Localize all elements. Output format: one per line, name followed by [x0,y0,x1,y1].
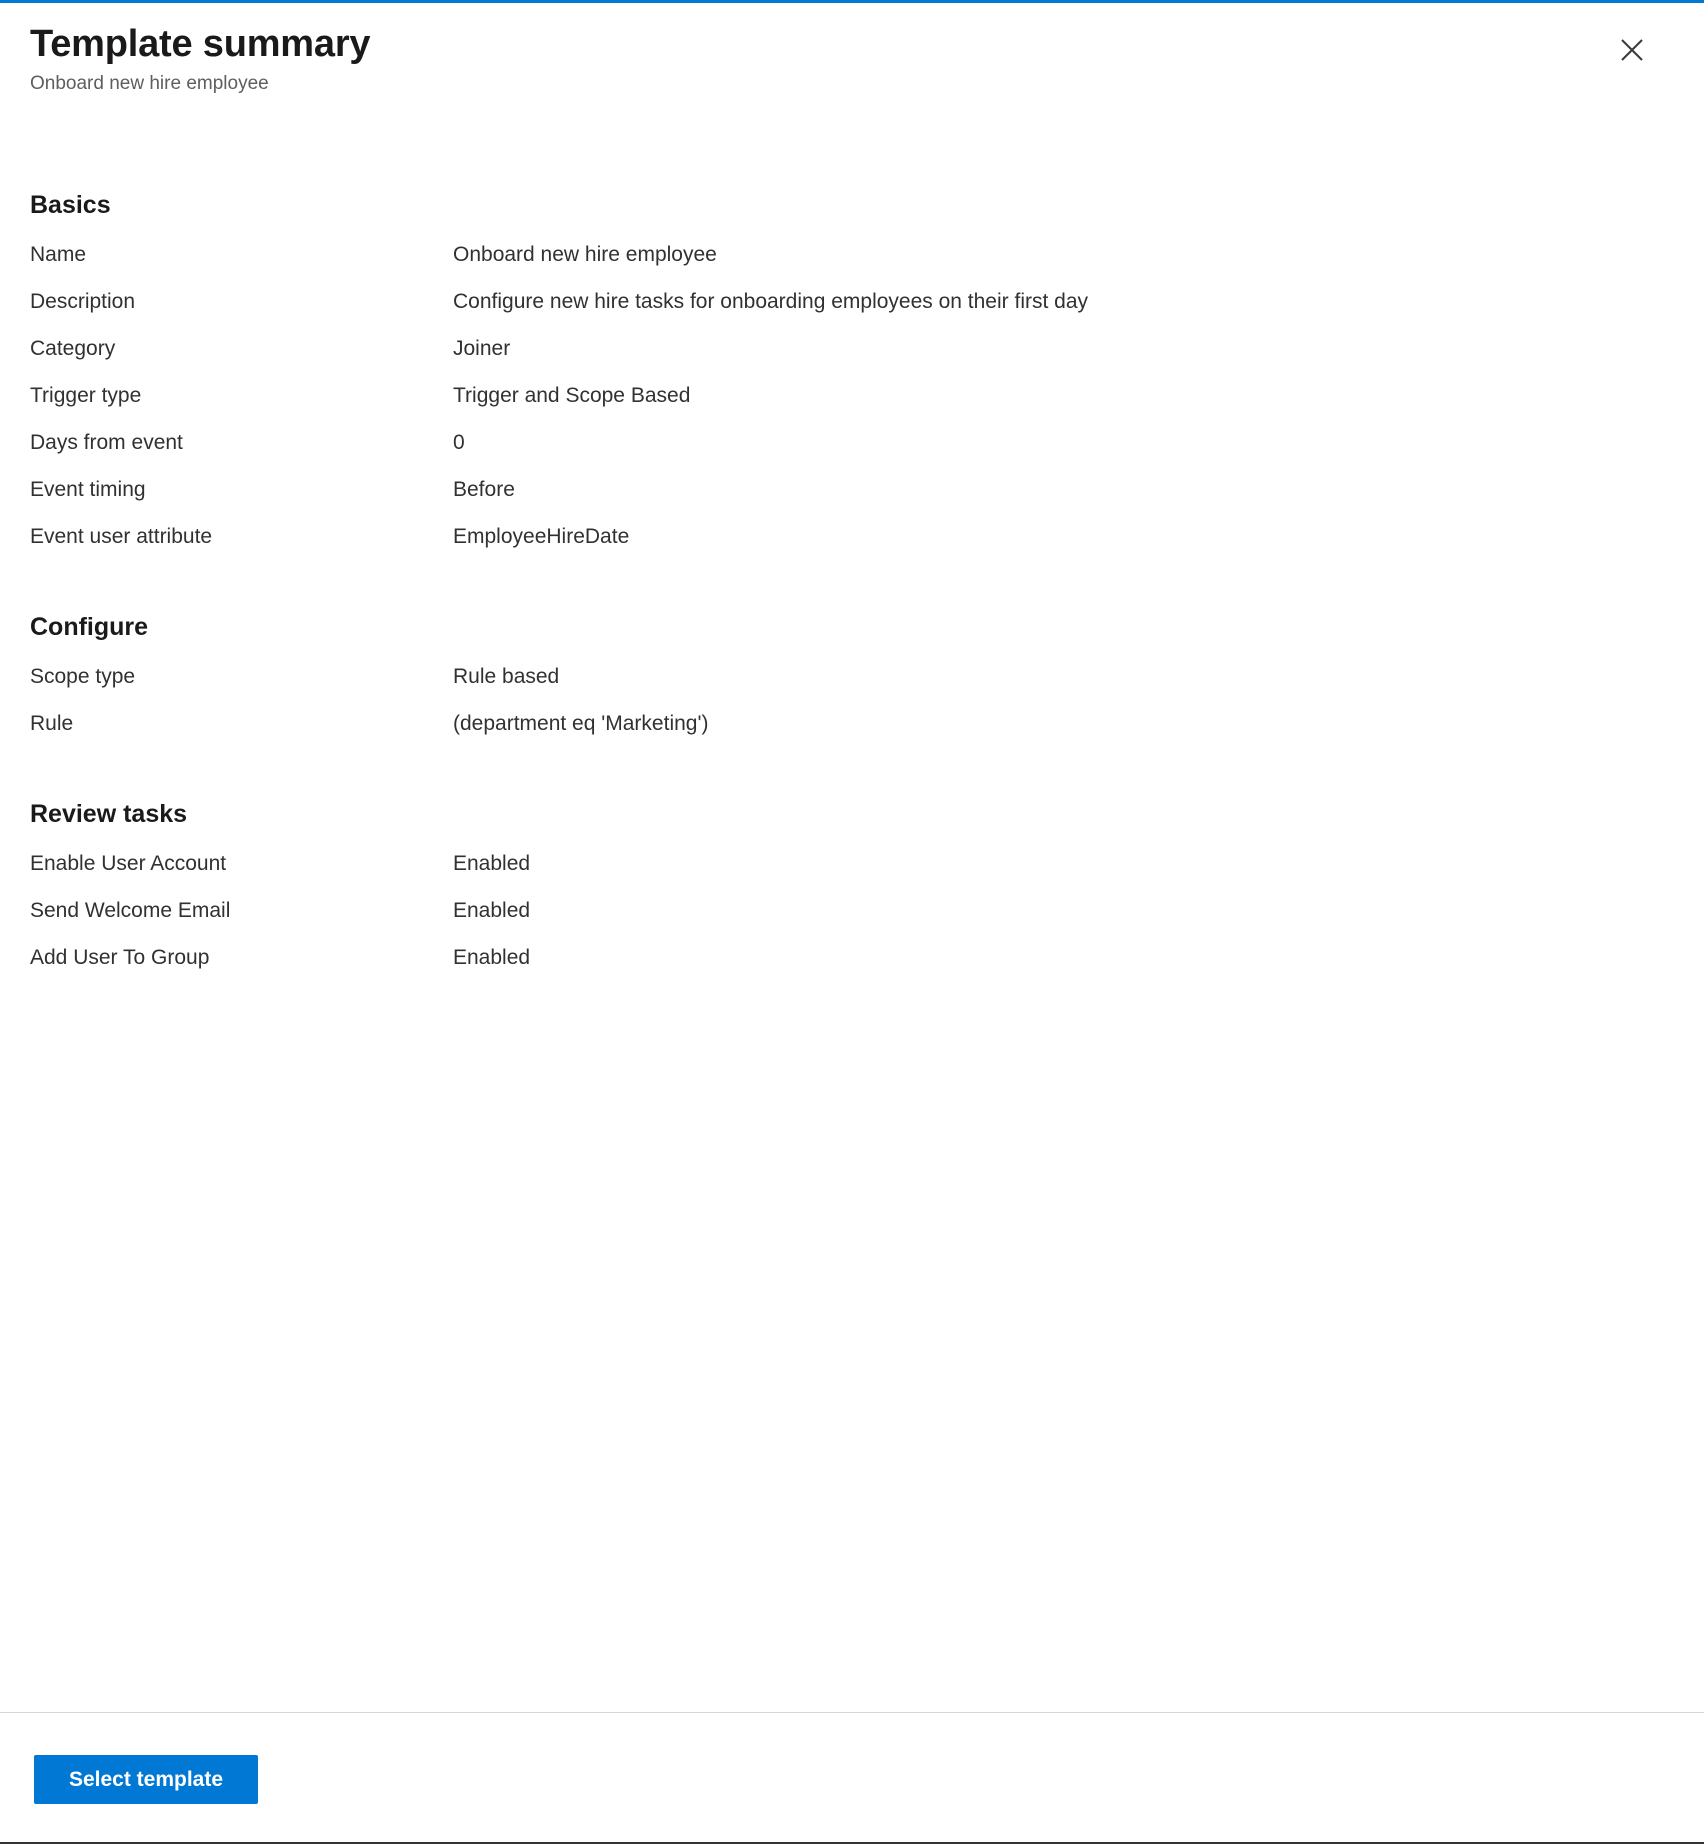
label-scope-type: Scope type [30,665,136,688]
row-trigger-type: Trigger type Trigger and Scope Based [30,382,1674,410]
value-send-welcome-email: Enabled [453,899,531,922]
section-basics: Basics Name Onboard new hire employee De… [30,189,1674,551]
row-scope-type: Scope type Rule based [30,663,1674,691]
section-review-tasks: Review tasks Enable User Account Enabled… [30,798,1674,972]
template-summary-blade: Template summary Onboard new hire employ… [0,0,1704,1844]
value-days-from-event: 0 [453,431,465,454]
label-name: Name [30,243,87,266]
row-enable-user-account: Enable User Account Enabled [30,850,1674,878]
row-rule: Rule (department eq 'Marketing') [30,710,1674,738]
row-event-timing: Event timing Before [30,476,1674,504]
label-rule: Rule [30,712,74,735]
value-rule: (department eq 'Marketing') [453,712,709,735]
label-event-user-attribute: Event user attribute [30,525,213,548]
row-days-from-event: Days from event 0 [30,429,1674,457]
value-trigger-type: Trigger and Scope Based [453,384,691,407]
label-days-from-event: Days from event [30,431,183,454]
value-enable-user-account: Enabled [453,852,531,875]
value-category: Joiner [453,337,511,360]
close-button[interactable] [1608,26,1656,74]
label-add-user-to-group: Add User To Group [30,946,210,969]
label-send-welcome-email: Send Welcome Email [30,899,231,922]
value-event-user-attribute: EmployeeHireDate [453,525,630,548]
section-configure: Configure Scope type Rule based Rule (de… [30,611,1674,738]
label-category: Category [30,337,116,360]
label-enable-user-account: Enable User Account [30,852,227,875]
label-trigger-type: Trigger type [30,384,142,407]
value-scope-type: Rule based [453,665,560,688]
row-event-user-attribute: Event user attribute EmployeeHireDate [30,523,1674,551]
value-add-user-to-group: Enabled [453,946,531,969]
blade-body: Basics Name Onboard new hire employee De… [0,97,1704,1712]
select-template-button[interactable]: Select template [34,1755,258,1804]
row-name: Name Onboard new hire employee [30,241,1674,269]
blade-header: Template summary Onboard new hire employ… [0,3,1704,97]
label-event-timing: Event timing [30,478,146,501]
row-send-welcome-email: Send Welcome Email Enabled [30,897,1674,925]
page-title: Template summary [30,23,371,65]
blade-footer: Select template [0,1712,1704,1842]
value-event-timing: Before [453,478,515,501]
section-title-configure: Configure [30,613,149,641]
row-category: Category Joiner [30,335,1674,363]
row-description: Description Configure new hire tasks for… [30,288,1674,316]
page-subtitle: Onboard new hire employee [30,73,269,94]
row-add-user-to-group: Add User To Group Enabled [30,944,1674,972]
close-icon [1619,37,1645,63]
value-name: Onboard new hire employee [453,243,717,266]
label-description: Description [30,290,136,313]
section-title-basics: Basics [30,191,111,219]
value-description: Configure new hire tasks for onboarding … [453,290,1089,313]
section-title-review-tasks: Review tasks [30,800,188,828]
